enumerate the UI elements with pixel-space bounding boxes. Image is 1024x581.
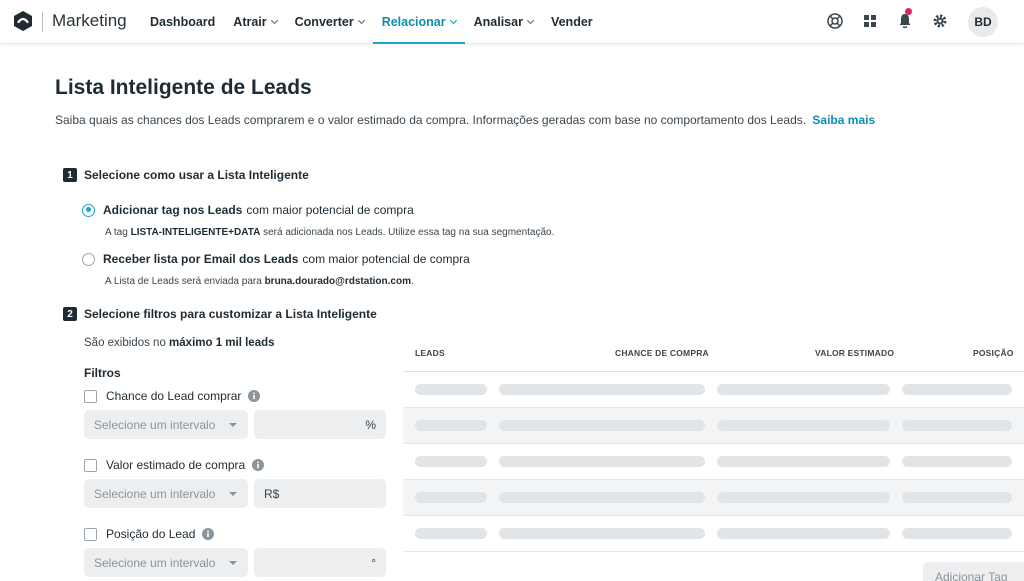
option-label-rest: com maior potencial de compra bbox=[246, 203, 414, 217]
nav-converter[interactable]: Converter bbox=[286, 0, 373, 44]
app-brand-name: Marketing bbox=[52, 11, 127, 30]
option-label-bold: Receber lista por Email dos Leads bbox=[103, 252, 299, 266]
learn-more-link[interactable]: Saiba mais bbox=[812, 113, 875, 127]
table-row-loading bbox=[403, 444, 1024, 480]
top-navigation-bar: Marketing Dashboard Atrair Converter Rel… bbox=[0, 0, 1024, 44]
filter-label: Posição do Lead bbox=[106, 527, 196, 541]
select-chance-interval[interactable]: Selecione um intervalo bbox=[84, 410, 248, 439]
checkbox-position[interactable] bbox=[84, 527, 97, 541]
limit-note: São exibidos no máximo 1 mil leads bbox=[84, 337, 275, 349]
step-2-heading: 2 Selecione filtros para customizar a Li… bbox=[63, 307, 377, 321]
skeleton-cell bbox=[499, 384, 705, 395]
step-number: 1 bbox=[63, 168, 77, 182]
filter-position[interactable]: Posição do Lead bbox=[84, 527, 215, 541]
skeleton-cell bbox=[717, 492, 890, 503]
skeleton-cell bbox=[717, 420, 890, 431]
input-value-currency[interactable]: R$ bbox=[254, 479, 386, 508]
page-description-text: Saiba quais as chances dos Leads comprar… bbox=[55, 113, 807, 127]
caret-down-icon bbox=[229, 561, 237, 565]
info-icon[interactable] bbox=[248, 390, 261, 402]
unit-label: ° bbox=[371, 555, 376, 570]
column-chance: CHANCE DE COMPRA bbox=[615, 348, 709, 358]
radio-add-tag[interactable] bbox=[82, 203, 95, 217]
skeleton-cell bbox=[902, 456, 1012, 467]
page-description: Saiba quais as chances dos Leads comprar… bbox=[55, 113, 875, 127]
gear-icon[interactable] bbox=[931, 12, 949, 30]
nav-relacionar[interactable]: Relacionar bbox=[372, 0, 465, 44]
input-chance-percent[interactable]: % bbox=[254, 410, 386, 439]
add-tag-button[interactable]: Adicionar Tag bbox=[923, 562, 1024, 581]
table-row-loading bbox=[403, 480, 1024, 516]
option-email-list[interactable]: Receber lista por Email dos Leads com ma… bbox=[82, 252, 470, 266]
skeleton-cell bbox=[415, 420, 487, 431]
option-add-tag[interactable]: Adicionar tag nos Leads com maior potenc… bbox=[82, 203, 414, 217]
select-value-interval[interactable]: Selecione um intervalo bbox=[84, 479, 248, 508]
table-row-loading bbox=[403, 408, 1024, 444]
skeleton-cell bbox=[415, 384, 487, 395]
chevron-down-icon bbox=[270, 16, 278, 25]
skeleton-cell bbox=[717, 384, 890, 395]
skeleton-cell bbox=[499, 420, 705, 431]
radio-email-list[interactable] bbox=[82, 252, 95, 266]
logo-icon[interactable] bbox=[12, 10, 34, 32]
nav-vender[interactable]: Vender bbox=[542, 0, 602, 44]
skeleton-cell bbox=[415, 492, 487, 503]
column-leads: LEADS bbox=[415, 348, 445, 358]
leads-table-header: LEADS CHANCE DE COMPRA VALOR ESTIMADO PO… bbox=[403, 342, 1024, 372]
chevron-down-icon bbox=[357, 16, 365, 25]
main-nav: Dashboard Atrair Converter Relacionar An… bbox=[150, 0, 602, 44]
skeleton-cell bbox=[499, 456, 705, 467]
skeleton-cell bbox=[415, 528, 487, 539]
chevron-down-icon bbox=[449, 16, 457, 25]
filter-label: Chance do Lead comprar bbox=[106, 389, 242, 403]
filter-chance[interactable]: Chance do Lead comprar bbox=[84, 389, 261, 403]
page-title: Lista Inteligente de Leads bbox=[55, 76, 312, 99]
checkbox-value[interactable] bbox=[84, 458, 97, 472]
step-title: Selecione filtros para customizar a List… bbox=[84, 307, 377, 321]
table-row-loading bbox=[403, 372, 1024, 408]
column-position: POSIÇÃO bbox=[973, 348, 1014, 358]
bell-icon[interactable] bbox=[896, 12, 914, 30]
table-row-loading bbox=[403, 516, 1024, 552]
skeleton-cell bbox=[902, 492, 1012, 503]
option-add-tag-hint: A tag LISTA-INTELIGENTE+DATA será adicio… bbox=[105, 227, 555, 238]
skeleton-cell bbox=[499, 528, 705, 539]
filter-value[interactable]: Valor estimado de compra bbox=[84, 458, 265, 472]
apps-grid-icon[interactable] bbox=[861, 12, 879, 30]
chevron-down-icon bbox=[526, 16, 534, 25]
notification-badge bbox=[905, 8, 912, 15]
input-position-degree[interactable]: ° bbox=[254, 548, 386, 577]
nav-dashboard[interactable]: Dashboard bbox=[150, 0, 224, 44]
info-icon[interactable] bbox=[202, 528, 215, 540]
unit-label: % bbox=[365, 417, 376, 432]
column-value: VALOR ESTIMADO bbox=[815, 348, 895, 358]
skeleton-cell bbox=[415, 456, 487, 467]
skeleton-cell bbox=[902, 420, 1012, 431]
option-email-list-hint: A Lista de Leads será enviada para bruna… bbox=[105, 276, 414, 287]
checkbox-chance[interactable] bbox=[84, 389, 97, 403]
skeleton-cell bbox=[902, 384, 1012, 395]
step-number: 2 bbox=[63, 307, 77, 321]
nav-analisar[interactable]: Analisar bbox=[465, 0, 542, 44]
filter-label: Valor estimado de compra bbox=[106, 458, 246, 472]
option-label-bold: Adicionar tag nos Leads bbox=[103, 203, 243, 217]
unit-label: R$ bbox=[264, 486, 280, 501]
skeleton-cell bbox=[717, 528, 890, 539]
user-avatar[interactable]: BD bbox=[968, 7, 998, 37]
brand-separator bbox=[42, 12, 43, 32]
info-icon[interactable] bbox=[252, 459, 265, 471]
skeleton-cell bbox=[499, 492, 705, 503]
skeleton-cell bbox=[902, 528, 1012, 539]
filters-heading: Filtros bbox=[84, 366, 121, 380]
skeleton-cell bbox=[717, 456, 890, 467]
option-label-rest: com maior potencial de compra bbox=[302, 252, 470, 266]
step-title: Selecione como usar a Lista Inteligente bbox=[84, 168, 309, 182]
select-position-interval[interactable]: Selecione um intervalo bbox=[84, 548, 248, 577]
help-icon[interactable] bbox=[826, 12, 844, 30]
step-1-heading: 1 Selecione como usar a Lista Inteligent… bbox=[63, 168, 309, 182]
caret-down-icon bbox=[229, 423, 237, 427]
nav-atrair[interactable]: Atrair bbox=[224, 0, 285, 44]
caret-down-icon bbox=[229, 492, 237, 496]
